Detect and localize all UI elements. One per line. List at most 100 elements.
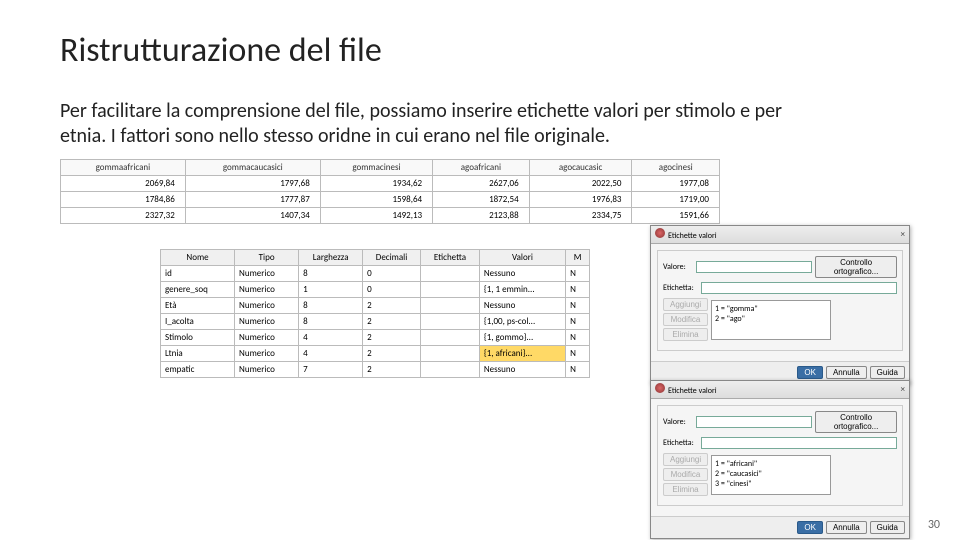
label-etichetta: Etichetta: [663,283,698,293]
list-item[interactable]: 1 = "gomma" [715,304,827,314]
table-cell: N [566,282,590,298]
dialog-title: Etichette valori [668,386,717,396]
dialog-title: Etichette valori [668,231,717,241]
data-cell: 1591,66 [632,208,720,224]
list-item[interactable]: 2 = "caucasici" [715,469,827,479]
table-cell: 7 [299,362,363,378]
variable-view-table: NomeTipoLarghezzaDecimaliEtichettaValori… [160,249,590,378]
table-cell: 2 [363,346,421,362]
table-cell [421,298,480,314]
delete-button[interactable]: Elimina [663,328,708,341]
column-header: Valori [479,250,565,266]
delete-button[interactable]: Elimina [663,483,708,496]
value-labels-dialog-etnia: Etichette valori × Valore: Controllo ort… [650,380,910,539]
table-cell: Numerico [235,282,299,298]
table-cell: 8 [299,298,363,314]
table-cell [421,362,480,378]
cancel-button[interactable]: Annulla [826,366,867,379]
table-cell: 1 [299,282,363,298]
list-item[interactable]: 1 = "africani" [715,459,827,469]
ok-button[interactable]: OK [797,366,823,379]
input-valore[interactable] [696,261,812,273]
label-etichetta: Etichetta: [663,438,698,448]
table-cell: Ltnia [161,346,235,362]
edit-button[interactable]: Modifica [663,468,708,481]
table-row: EtàNumerico82NessunoN [161,298,590,314]
values-listbox[interactable]: 1 = "africani"2 = "caucasici"3 = "cinesi… [711,455,831,495]
table-cell: 2 [363,298,421,314]
table-row: empaticNumerico72NessunoN [161,362,590,378]
data-cell: 2123,88 [433,208,530,224]
table-cell: 2 [363,362,421,378]
data-cell: 1797,68 [185,176,320,192]
table-cell: Numerico [235,298,299,314]
cancel-button[interactable]: Annulla [826,521,867,534]
help-button[interactable]: Guida [870,366,905,379]
table-cell: 8 [299,266,363,282]
data-cell: 1977,08 [632,176,720,192]
table-row: genere_soqNumerico10 {1, 1 emmin...N [161,282,590,298]
table-cell: {1, 1 emmin... [479,282,565,298]
ok-button[interactable]: OK [797,521,823,534]
edit-button[interactable]: Modifica [663,313,708,326]
input-valore[interactable] [696,416,812,428]
table-cell [421,314,480,330]
table-cell: Età [161,298,235,314]
table-cell: 0 [363,282,421,298]
spellcheck-button[interactable]: Controllo ortografico... [815,256,897,278]
table-cell: genere_soq [161,282,235,298]
values-listbox[interactable]: 1 = "gomma"2 = "ago" [711,300,831,340]
table-cell: id [161,266,235,282]
table-cell: {1, gommo}... [479,330,565,346]
spellcheck-button[interactable]: Controllo ortografico... [815,411,897,433]
table-row: I_acoltaNumerico82{1,00, ps-col...N [161,314,590,330]
table-cell: {1, africani}... [479,346,565,362]
table-cell: 0 [363,266,421,282]
table-cell: {1,00, ps-col... [479,314,565,330]
data-cell: 1598,64 [320,192,432,208]
table-cell: Nessuno [479,362,565,378]
table-row: LtniaNumerico42 {1, africani}...N [161,346,590,362]
table-cell [421,346,480,362]
table-cell: 2 [363,314,421,330]
data-cell: 1719,00 [632,192,720,208]
data-cell: 1872,54 [433,192,530,208]
input-etichetta[interactable] [701,437,897,449]
help-button[interactable]: Guida [870,521,905,534]
column-header: gommaafricani [61,160,186,176]
list-item[interactable]: 2 = "ago" [715,314,827,324]
column-header: gommacaucasici [185,160,320,176]
table-cell [421,266,480,282]
data-cell: 1407,34 [185,208,320,224]
table-cell [421,330,480,346]
column-header: Etichetta [421,250,480,266]
data-cell: 1976,83 [529,192,632,208]
data-cell: 1934,62 [320,176,432,192]
table-cell: 4 [299,330,363,346]
data-cell: 2022,50 [529,176,632,192]
data-cell: 2069,84 [61,176,186,192]
label-valore: Valore: [663,262,693,272]
list-item[interactable]: 3 = "cinesi" [715,479,827,489]
close-icon[interactable]: × [901,384,905,395]
table-cell [421,282,480,298]
table-cell: Numerico [235,362,299,378]
close-icon[interactable]: × [901,229,905,240]
data-cell: 1492,13 [320,208,432,224]
table-cell: N [566,314,590,330]
data-cell: 1777,87 [185,192,320,208]
table-cell: 4 [299,346,363,362]
column-header: agoafricani [433,160,530,176]
table-cell: Numerico [235,314,299,330]
slide-body: Per facilitare la comprensione del file,… [60,99,820,149]
column-header: agocaucasic [529,160,632,176]
table-cell: N [566,298,590,314]
add-button[interactable]: Aggiungi [663,298,708,311]
column-header: Nome [161,250,235,266]
table-cell: N [566,346,590,362]
table-cell: Numerico [235,346,299,362]
add-button[interactable]: Aggiungi [663,453,708,466]
table-row: StimoloNumerico42{1, gommo}...N [161,330,590,346]
page-number: 30 [928,518,940,532]
input-etichetta[interactable] [701,282,897,294]
